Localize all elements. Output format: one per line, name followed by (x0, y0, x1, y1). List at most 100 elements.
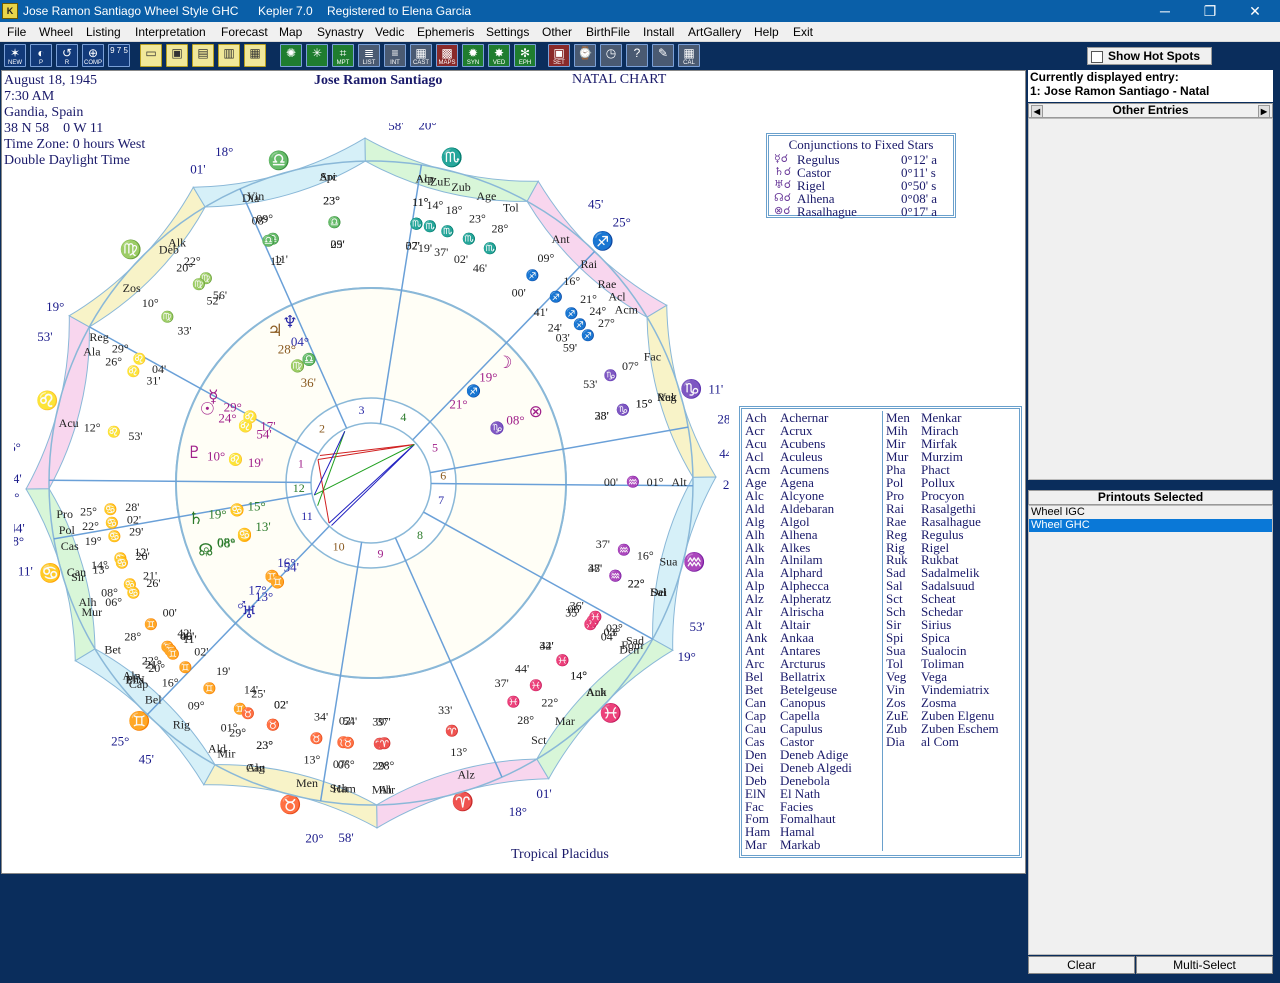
natal-wheel[interactable]: ♈♉♊♋♌♍♎♏♐♑♒♓12345678910111228°11'19°44'2… (14, 123, 729, 843)
fixed-star-abbr: Cas (61, 539, 79, 553)
help-icon[interactable]: ? (626, 44, 648, 67)
show-hot-spots-label: Show Hot Spots (1108, 49, 1200, 63)
multi-select-button[interactable]: Multi-Select (1136, 956, 1273, 974)
fixed-star-abbr: Zub (451, 180, 470, 194)
fixed-star-degree: 11° (412, 195, 429, 209)
menu-ephemeris[interactable]: Ephemeris (417, 25, 474, 39)
kepler-app-icon[interactable]: K (2, 3, 18, 19)
menu-birthfile[interactable]: BirthFile (586, 25, 630, 39)
print-icon[interactable]: ▤ (192, 44, 214, 67)
calendar-icon[interactable]: ▦ CAL (678, 44, 700, 67)
current-entry-value[interactable]: 1: Jose Ramon Santiago - Natal (1028, 84, 1273, 98)
menu-listing[interactable]: Listing (86, 25, 121, 39)
menu-other[interactable]: Other (542, 25, 572, 39)
save-disk-icon[interactable]: ▣ (166, 44, 188, 67)
planet-minute: 15° (247, 498, 265, 513)
clear-button[interactable]: Clear (1028, 956, 1135, 974)
cusp-degree-label: 19° (678, 649, 696, 664)
house-number: 6 (440, 469, 446, 483)
menu-settings[interactable]: Settings (486, 25, 529, 39)
menu-artgallery[interactable]: ArtGallery (688, 25, 741, 39)
fixed-star-minute: 02' (454, 252, 468, 266)
interp-icon[interactable]: ≡ INT (384, 44, 406, 67)
scroll-right-icon[interactable]: ▶ (1258, 105, 1270, 118)
close-button[interactable]: ✕ (1235, 1, 1275, 21)
menu-interpretation[interactable]: Interpretation (135, 25, 206, 39)
menu-wheel[interactable]: Wheel (39, 25, 73, 39)
planet-minute: 19' (248, 455, 263, 470)
menu-help[interactable]: Help (754, 25, 779, 39)
menu-map[interactable]: Map (279, 25, 302, 39)
art-gallery-icon[interactable]: ✎ (652, 44, 674, 67)
minimize-button[interactable]: ─ (1145, 1, 1185, 21)
forecast-icon[interactable]: ▦ CAST (410, 44, 432, 67)
star-fullname: Alcyone (780, 487, 825, 503)
planet-sign-icon: ♐ (466, 384, 481, 398)
fixed-star-minute: 36' (570, 598, 584, 612)
fixed-star-degree: 10° (142, 296, 159, 310)
menu-file[interactable]: File (7, 25, 26, 39)
midpoint-tree-icon[interactable]: ⌗ MPT (332, 44, 354, 67)
scroll-left-icon[interactable]: ◀ (1031, 105, 1043, 118)
fixed-star-degree: 07° (622, 359, 639, 373)
midpoint-icon[interactable]: ✳ (306, 44, 328, 67)
vedic-icon[interactable]: ✸ VED (488, 44, 510, 67)
printouts-list[interactable]: Wheel IGC Wheel GHC (1028, 505, 1273, 955)
planet-sign-icon: ♊ (270, 575, 285, 589)
menu-synastry[interactable]: Synastry (317, 25, 364, 39)
fixed-star-degree: 21° (580, 292, 597, 306)
star-abbreviation-table: Ach Achernar Acr Acrux Acu Acubens Acl Aculeus A… (739, 406, 1022, 858)
planet-degree: 19° (208, 507, 226, 522)
star-fullname: Zuben Eschem (921, 720, 999, 736)
conjunction-glyph-icon: ☿☌ (774, 153, 789, 165)
time-icon[interactable]: ⌚ (574, 44, 596, 67)
fixed-star-sign-icon: ♒ (626, 476, 640, 489)
fixed-star-degree: 06° (338, 758, 355, 772)
ephemeris-icon[interactable]: ✻ EPH (514, 44, 536, 67)
chart-window: August 18, 1945 7:30 AM Gandia, Spain 38… (1, 70, 1026, 874)
return-icon[interactable]: ↺ R (56, 44, 78, 67)
compare-icon[interactable]: ⊕ COMP (82, 44, 104, 67)
fixed-star-degree: 22° (541, 695, 558, 709)
wheel-icon[interactable]: ▦ (244, 44, 266, 67)
menu-exit[interactable]: Exit (793, 25, 813, 39)
bi-wheel-icon[interactable]: ✺ (280, 44, 302, 67)
menu-forecast[interactable]: Forecast (221, 25, 268, 39)
conjunction-row: ⊗☌ Rasalhague 0°17' a (769, 205, 953, 218)
maximize-button[interactable]: ❐ (1190, 1, 1230, 21)
fixed-star-abbr: Men (296, 776, 318, 790)
harmonic-icon[interactable]: 9 7 5 (108, 44, 130, 67)
show-hot-spots-checkbox[interactable]: Show Hot Spots (1087, 47, 1212, 65)
version-label: Kepler 7.0 (258, 4, 313, 18)
star-fullname: Rasalhague (921, 513, 981, 529)
list-icon[interactable]: ≣ LIST (358, 44, 380, 67)
fixed-star-abbr: Pro (56, 507, 73, 521)
house-number: 9 (377, 547, 383, 561)
synastry-icon[interactable]: ✹ SYN (462, 44, 484, 67)
checkbox-box[interactable] (1091, 51, 1103, 63)
settings-icon[interactable]: ▣ SET (548, 44, 570, 67)
star-abbr: Mar (745, 837, 767, 853)
house-number: 8 (417, 528, 423, 542)
star-fullname: Murzim (921, 448, 963, 464)
progressed-icon[interactable]: ◐ P (30, 44, 52, 67)
planet-minute: 54' (284, 560, 299, 575)
fixed-star-sign-icon: ♊ (179, 661, 193, 674)
star-abbr: ElN (745, 785, 766, 801)
other-entries-list[interactable] (1028, 118, 1273, 480)
fixed-star-minute: 38' (588, 561, 602, 575)
printout-item-wheel-ghc[interactable]: Wheel GHC (1029, 519, 1272, 532)
fixed-star-sign-icon: ♒ (609, 569, 623, 582)
star-abbr: Alg (745, 513, 765, 529)
menu-install[interactable]: Install (643, 25, 674, 39)
star-fullname: Mirfak (921, 435, 958, 451)
open-folder-icon[interactable]: ▭ (140, 44, 162, 67)
maps-icon[interactable]: ▩ MAPS (436, 44, 458, 67)
new-chart-icon[interactable]: ✶ NEW (4, 44, 26, 67)
star-fullname: al Com (921, 733, 959, 749)
export-icon[interactable]: ▥ (218, 44, 240, 67)
clock-icon[interactable]: ◷ (600, 44, 622, 67)
menu-vedic[interactable]: Vedic (375, 25, 404, 39)
star-fullname: Mirach (921, 422, 959, 438)
printout-item-wheel-igc[interactable]: Wheel IGC (1029, 506, 1272, 519)
